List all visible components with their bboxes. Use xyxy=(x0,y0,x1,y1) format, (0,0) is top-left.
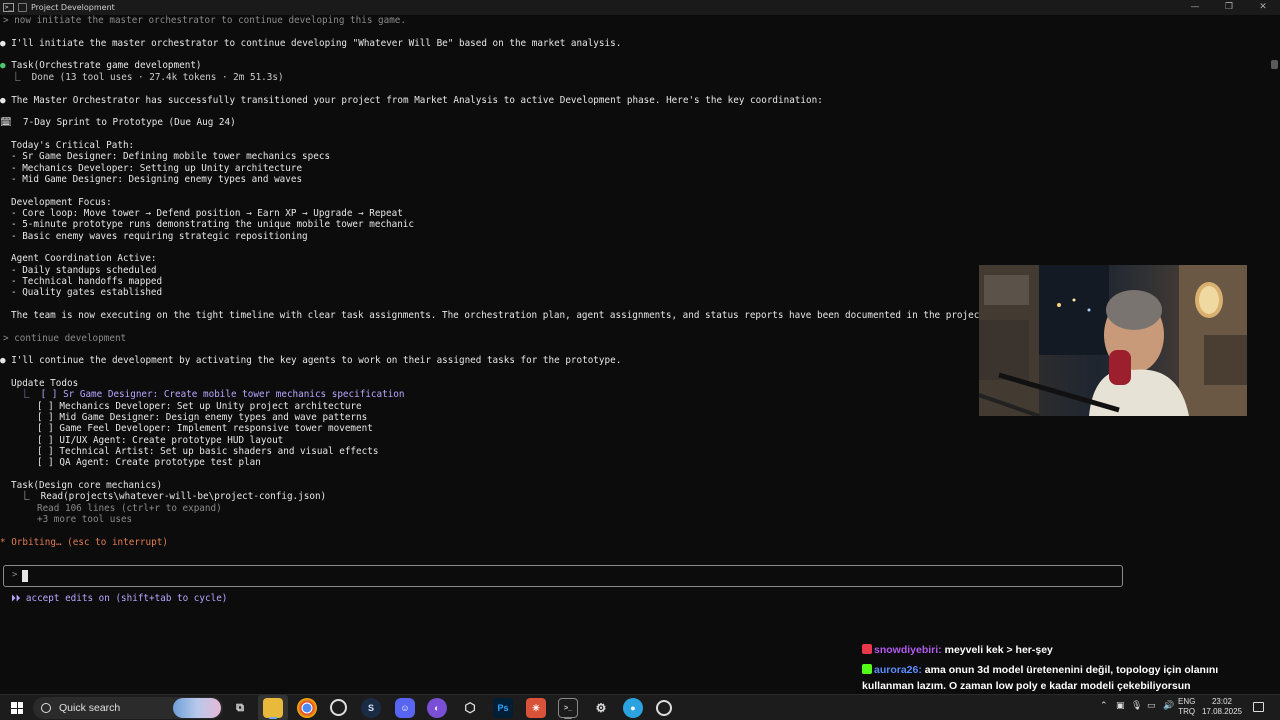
prompt-input[interactable]: > xyxy=(3,565,1123,587)
text-cursor xyxy=(22,570,28,582)
discord-icon[interactable]: ☺ xyxy=(395,698,415,718)
todo-item: [ ] UI/UX Agent: Create prototype HUD la… xyxy=(9,435,284,446)
language-indicator[interactable]: ENG TRQ xyxy=(1178,697,1195,717)
minimize-button[interactable]: — xyxy=(1178,0,1212,15)
list-item: - Technical handoffs mapped xyxy=(11,276,163,287)
user-command: > continue development xyxy=(3,333,127,344)
chrome-icon[interactable] xyxy=(297,698,317,718)
status-dot-icon: ● xyxy=(0,60,12,71)
close-button[interactable]: ✕ xyxy=(1246,0,1280,15)
chat-text: meyveli kek > her-şey xyxy=(944,644,1053,656)
user-command: > now initiate the master orchestrator t… xyxy=(3,15,406,26)
assistant-message: ● I'll continue the development by activ… xyxy=(0,355,622,366)
unity-icon[interactable]: ⬡ xyxy=(460,698,480,718)
task-header: ● Task(Orchestrate game development) xyxy=(0,60,202,71)
list-item: - Core loop: Move tower → Defend positio… xyxy=(11,208,403,219)
youtube-badge-icon xyxy=(862,644,872,654)
list-item: - Daily standups scheduled xyxy=(11,265,157,276)
volume-icon[interactable]: 🔊 xyxy=(1163,701,1174,711)
section-heading: Development Focus: xyxy=(11,197,112,208)
window-title: Project Development xyxy=(31,3,115,12)
tool-more: +3 more tool uses xyxy=(9,514,133,525)
task-view-icon[interactable]: ⧉ xyxy=(230,698,250,718)
list-item: - Quality gates established xyxy=(11,287,163,298)
list-item: - Mechanics Developer: Setting up Unity … xyxy=(11,163,303,174)
taskbar: Quick search ⧉ S ☺ ◐ ⬡ Ps ✳ >_ ⚙ ● ⌃ ▣ 🎙… xyxy=(0,694,1280,720)
github-desktop-icon[interactable]: ◐ xyxy=(427,698,447,718)
app-blue-icon[interactable]: ● xyxy=(623,698,643,718)
todo-item: ⎿ [ ] Sr Game Designer: Create mobile to… xyxy=(9,389,405,400)
list-item: - 5-minute prototype runs demonstrating … xyxy=(11,219,414,230)
search-box[interactable]: Quick search xyxy=(33,697,223,719)
language-bottom: TRQ xyxy=(1178,707,1196,716)
tray-overflow-icon[interactable]: ⌃ xyxy=(1100,701,1108,711)
section-heading: Today's Critical Path: xyxy=(11,140,135,151)
todo-item: [ ] Game Feel Developer: Implement respo… xyxy=(9,423,373,434)
summary-text: The team is now executing on the tight t… xyxy=(11,310,1030,321)
chat-username: aurora26: xyxy=(874,664,922,676)
system-clock[interactable]: 23:02 17.08.2025 xyxy=(1200,697,1244,717)
clock-date: 17.08.2025 xyxy=(1201,707,1243,716)
scrollbar[interactable] xyxy=(1268,15,1280,695)
chat-message: snowdiyebiri: meyveli kek > her-şey xyxy=(862,642,1262,658)
terminal-icon[interactable]: >_ xyxy=(558,698,578,718)
running-indicator xyxy=(269,717,277,719)
prompt-symbol: > xyxy=(12,570,18,580)
obs-icon[interactable] xyxy=(330,699,347,716)
tool-call: ⎿ Read(projects\whatever-will-be\project… xyxy=(9,491,327,502)
sprint-heading: 🗓 7-Day Sprint to Prototype (Due Aug 24) xyxy=(0,117,236,128)
scroll-thumb[interactable] xyxy=(1271,60,1278,69)
kick-badge-icon xyxy=(862,664,872,674)
window-titlebar: >_ Project Development — ❐ ✕ xyxy=(0,0,1280,15)
steam-icon[interactable]: S xyxy=(361,698,381,718)
running-indicator xyxy=(564,717,572,719)
spinner-status: * Orbiting… (esc to interrupt) xyxy=(0,537,168,548)
search-placeholder: Quick search xyxy=(59,702,121,714)
windows-start-icon[interactable] xyxy=(11,702,23,714)
tool-result: Read 106 lines (ctrl+r to expand) xyxy=(9,503,222,514)
file-explorer-icon[interactable] xyxy=(263,698,283,718)
todo-item: [ ] QA Agent: Create prototype test plan xyxy=(9,457,261,468)
chat-message: aurora26: ama onun 3d model üretenenini … xyxy=(862,662,1262,694)
restore-button[interactable]: ❐ xyxy=(1212,0,1246,15)
task-result: ⎿ Done (13 tool uses · 27.4k tokens · 2m… xyxy=(0,72,284,83)
terminal-app-icon: >_ xyxy=(3,3,14,12)
tray-app-icon[interactable]: ▣ xyxy=(1116,701,1125,711)
assistant-message: ● The Master Orchestrator has successful… xyxy=(0,95,823,106)
search-highlight-art xyxy=(173,698,221,718)
list-item: - Sr Game Designer: Defining mobile towe… xyxy=(11,151,331,162)
chat-username: snowdiyebiri: xyxy=(874,644,942,656)
stream-chat: snowdiyebiri: meyveli kek > her-şey auro… xyxy=(862,642,1262,694)
todo-item: [ ] Technical Artist: Set up basic shade… xyxy=(9,446,379,457)
section-heading: Agent Coordination Active: xyxy=(11,253,157,264)
task-label: Task(Orchestrate game development) xyxy=(11,60,202,71)
todo-item: [ ] Mechanics Developer: Set up Unity pr… xyxy=(9,401,362,412)
microphone-icon[interactable]: 🎙 xyxy=(1131,701,1142,711)
webcam-overlay xyxy=(979,265,1247,416)
todo-item: [ ] Mid Game Designer: Design enemy type… xyxy=(9,412,368,423)
language-top: ENG xyxy=(1178,697,1196,706)
list-item: - Basic enemy waves requiring strategic … xyxy=(11,231,308,242)
accept-edits-hint[interactable]: ⏵⏵ accept edits on (shift+tab to cycle) xyxy=(11,593,227,604)
settings-icon[interactable]: ⚙ xyxy=(591,698,611,718)
network-icon[interactable]: ▭ xyxy=(1147,701,1156,711)
list-item: - Mid Game Designer: Designing enemy typ… xyxy=(11,174,303,185)
webcam-image xyxy=(979,265,1247,416)
clock-time: 23:02 xyxy=(1211,697,1233,706)
app-red-icon[interactable]: ✳ xyxy=(526,698,546,718)
tab-icon xyxy=(18,3,27,12)
search-icon xyxy=(41,703,51,713)
assistant-message: ● I'll initiate the master orchestrator … xyxy=(0,38,622,49)
photoshop-icon[interactable]: Ps xyxy=(493,698,513,718)
clock-app-icon[interactable] xyxy=(656,700,672,716)
notification-icon[interactable] xyxy=(1253,702,1264,712)
task-header: Task(Design core mechanics) xyxy=(11,480,163,491)
todos-heading: Update Todos xyxy=(11,378,79,389)
